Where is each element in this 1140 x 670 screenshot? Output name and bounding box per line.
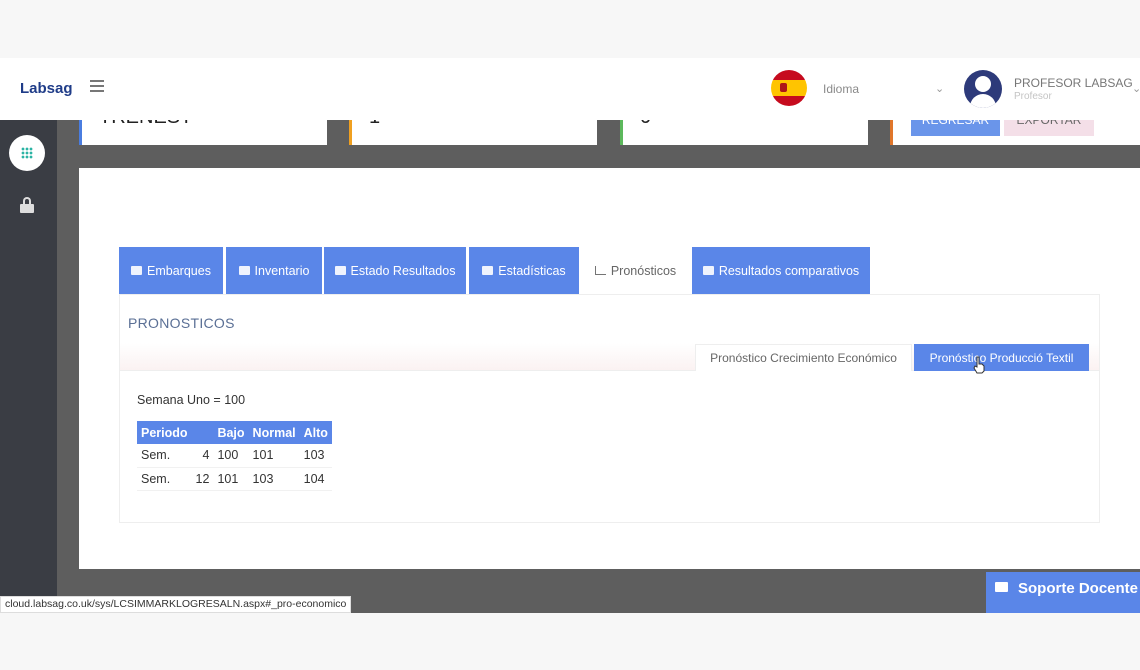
column-header: Bajo [213, 421, 249, 444]
table-row: Sem. 4 100 101 103 [137, 444, 332, 468]
table-cell: Sem. [137, 467, 192, 491]
support-label: Soporte Docente [1018, 580, 1139, 597]
tab-label: Pronósticos [610, 263, 677, 278]
tab-embarques[interactable]: Embarques [119, 247, 223, 294]
tab-label: Resultados comparativos [718, 263, 860, 278]
tab-inventario[interactable]: Inventario [226, 247, 322, 294]
tab-label: Estadísticas [498, 263, 566, 278]
table-cell: 4 [191, 444, 214, 468]
forecast-panel: PRONOSTICOS Pronóstico Crecimiento Econó… [119, 294, 1100, 523]
section-title: PRONOSTICOS [128, 315, 235, 331]
table-icon [334, 266, 346, 275]
area-chart-icon [482, 266, 494, 275]
week-baseline-label: Semana Uno = 100 [137, 393, 246, 407]
column-header: Periodo [137, 421, 192, 444]
grid-icon [21, 147, 33, 159]
user-name[interactable]: PROFESOR LABSAG [1014, 76, 1133, 90]
chevron-down-icon[interactable]: ⌄ [935, 82, 944, 95]
top-navbar: Labsag Idioma ⌄ PROFESOR LABSAG Profesor… [0, 58, 1140, 120]
hand-cursor-icon [973, 356, 985, 374]
tab-label: Embarques [147, 263, 211, 278]
user-avatar[interactable] [964, 70, 1002, 108]
subtab-crecimiento-economico[interactable]: Pronóstico Crecimiento Económico [695, 344, 912, 371]
user-role: Profesor [1014, 91, 1052, 102]
table-cell: 103 [248, 467, 300, 491]
tab-resultados-comparativos[interactable]: Resultados comparativos [692, 247, 870, 294]
forecast-table: Periodo Bajo Normal Alto Sem. 4 100 101 … [137, 421, 332, 491]
column-header: Alto [299, 421, 332, 444]
menu-toggle-icon[interactable] [90, 80, 104, 94]
line-chart-icon [594, 266, 606, 275]
apps-grid-button[interactable] [9, 135, 45, 171]
tab-label: Estado Resultados [350, 263, 456, 278]
app-frame: Labsag Idioma ⌄ PROFESOR LABSAG Profesor… [0, 58, 1140, 613]
main-panel: Embarques Inventario Estado Resultados E… [79, 168, 1140, 569]
document-icon [702, 266, 714, 275]
column-header: Normal [248, 421, 300, 444]
table-cell: Sem. [137, 444, 192, 468]
table-cell: 101 [213, 467, 249, 491]
truck-icon [131, 266, 143, 275]
column-header [191, 421, 214, 444]
mail-icon [995, 582, 1008, 592]
table-cell: 101 [248, 444, 300, 468]
language-selector[interactable]: Idioma [823, 82, 859, 96]
table-cell: 12 [191, 467, 214, 491]
lock-icon[interactable] [20, 197, 34, 213]
spain-flag-icon[interactable] [771, 70, 807, 106]
subtab-produccion-textil[interactable]: Pronóstico Producció Textil [914, 344, 1089, 371]
table-cell: 104 [299, 467, 332, 491]
brand-logo[interactable]: Labsag [20, 80, 73, 97]
list-icon [238, 266, 250, 275]
status-bar-url: cloud.labsag.co.uk/sys/LCSIMMARKLOGRESAL… [0, 596, 352, 613]
tab-estadisticas[interactable]: Estadísticas [469, 247, 579, 294]
support-button[interactable]: Soporte Docente [986, 572, 1140, 613]
table-cell: 103 [299, 444, 332, 468]
tab-label: Inventario [254, 263, 310, 278]
table-cell: 100 [213, 444, 249, 468]
tab-pronosticos[interactable]: Pronósticos [582, 247, 689, 294]
sidebar [0, 120, 57, 613]
chevron-down-icon[interactable]: ⌄ [1132, 82, 1140, 95]
tab-estado-resultados[interactable]: Estado Resultados [324, 247, 466, 294]
table-row: Sem. 12 101 103 104 [137, 467, 332, 491]
